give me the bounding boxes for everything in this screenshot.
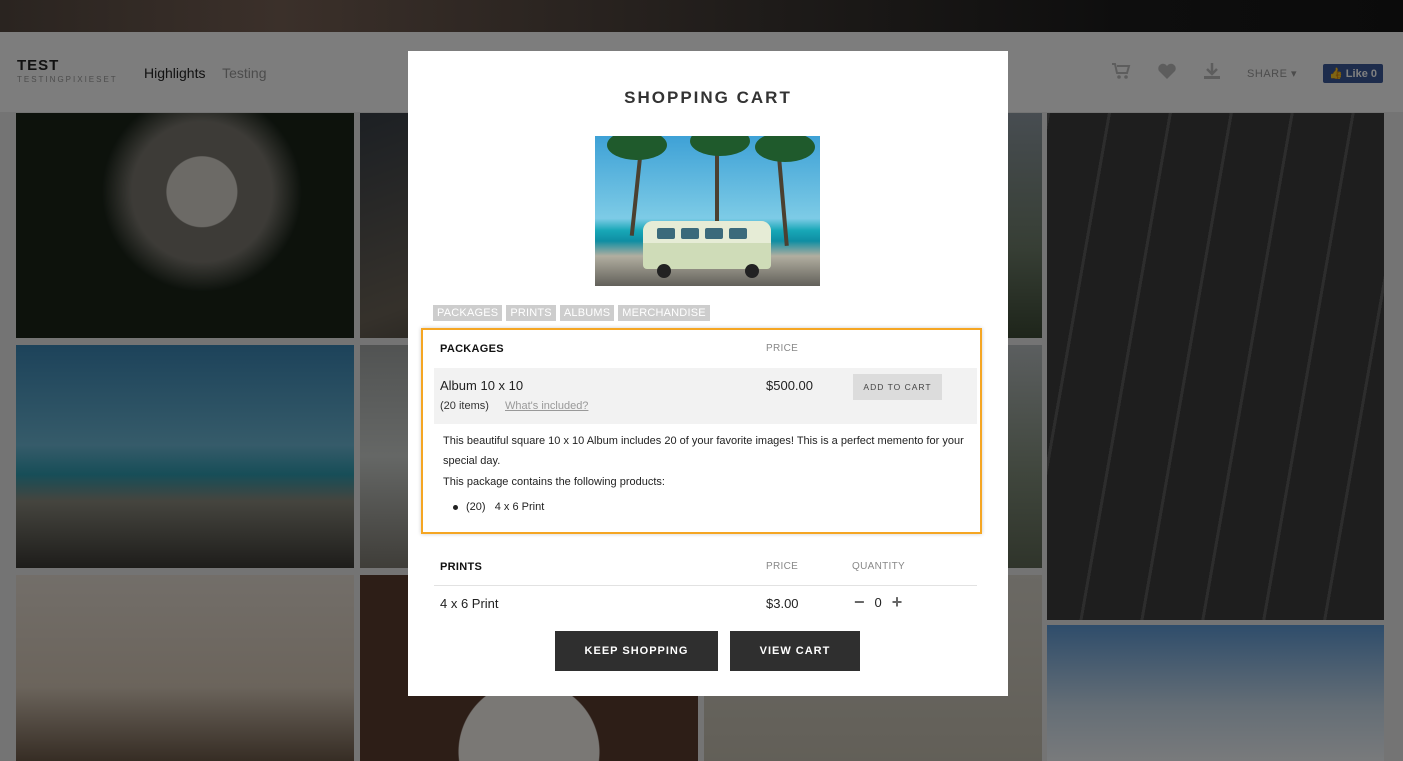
modal-title: SHOPPING CART — [624, 88, 792, 107]
prints-price-header: PRICE — [766, 561, 799, 572]
minus-icon[interactable]: − — [854, 592, 865, 613]
tab-merchandise[interactable]: MERCHANDISE — [618, 305, 710, 321]
van-wheel — [657, 264, 671, 278]
whats-included-link[interactable]: What's included? — [505, 400, 588, 412]
package-description: This beautiful square 10 x 10 Album incl… — [443, 435, 964, 467]
keep-shopping-button[interactable]: KEEP SHOPPING — [555, 631, 718, 671]
top-banner — [0, 0, 1403, 32]
tab-packages[interactable]: PACKAGES — [433, 305, 503, 321]
product-image — [595, 136, 820, 286]
package-product-qty: (20) — [466, 501, 486, 513]
prints-heading: PRINTS — [440, 561, 483, 573]
shopping-cart-modal: SHOPPING CART PACKAGES PRINTS ALBUMS MER… — [408, 51, 1008, 696]
package-product-name: 4 x 6 Print — [494, 501, 545, 513]
quantity-value[interactable]: 0 — [875, 595, 882, 610]
palm-leaves — [607, 136, 667, 160]
packages-price-header: PRICE — [766, 343, 799, 354]
package-name: Album 10 x 10 — [440, 378, 524, 393]
category-tabs: PACKAGES PRINTS ALBUMS MERCHANDISE — [433, 305, 710, 321]
palm-leaves — [690, 136, 750, 156]
add-to-cart-button[interactable]: ADD TO CART — [853, 374, 942, 400]
palm-leaves — [755, 136, 815, 162]
van-window — [681, 228, 699, 239]
van-wheel — [745, 264, 759, 278]
packages-heading: PACKAGES — [440, 343, 504, 355]
package-product-item: (20) 4 x 6 Print — [453, 501, 544, 513]
van-window — [657, 228, 675, 239]
van-window — [705, 228, 723, 239]
print-price: $3.00 — [766, 596, 799, 611]
prints-divider — [434, 585, 977, 586]
package-contains-text: This package contains the following prod… — [443, 476, 665, 488]
tab-albums[interactable]: ALBUMS — [559, 305, 615, 321]
bullet-icon — [453, 504, 458, 510]
view-cart-button[interactable]: VIEW CART — [730, 631, 860, 671]
plus-icon[interactable]: + — [892, 592, 903, 613]
print-name: 4 x 6 Print — [440, 596, 499, 611]
package-item-count: (20 items) — [440, 400, 489, 412]
quantity-stepper: − 0 + — [854, 592, 902, 613]
van-window — [729, 228, 747, 239]
tab-prints[interactable]: PRINTS — [506, 305, 556, 321]
package-price: $500.00 — [766, 378, 813, 393]
prints-quantity-header: QUANTITY — [852, 561, 905, 572]
